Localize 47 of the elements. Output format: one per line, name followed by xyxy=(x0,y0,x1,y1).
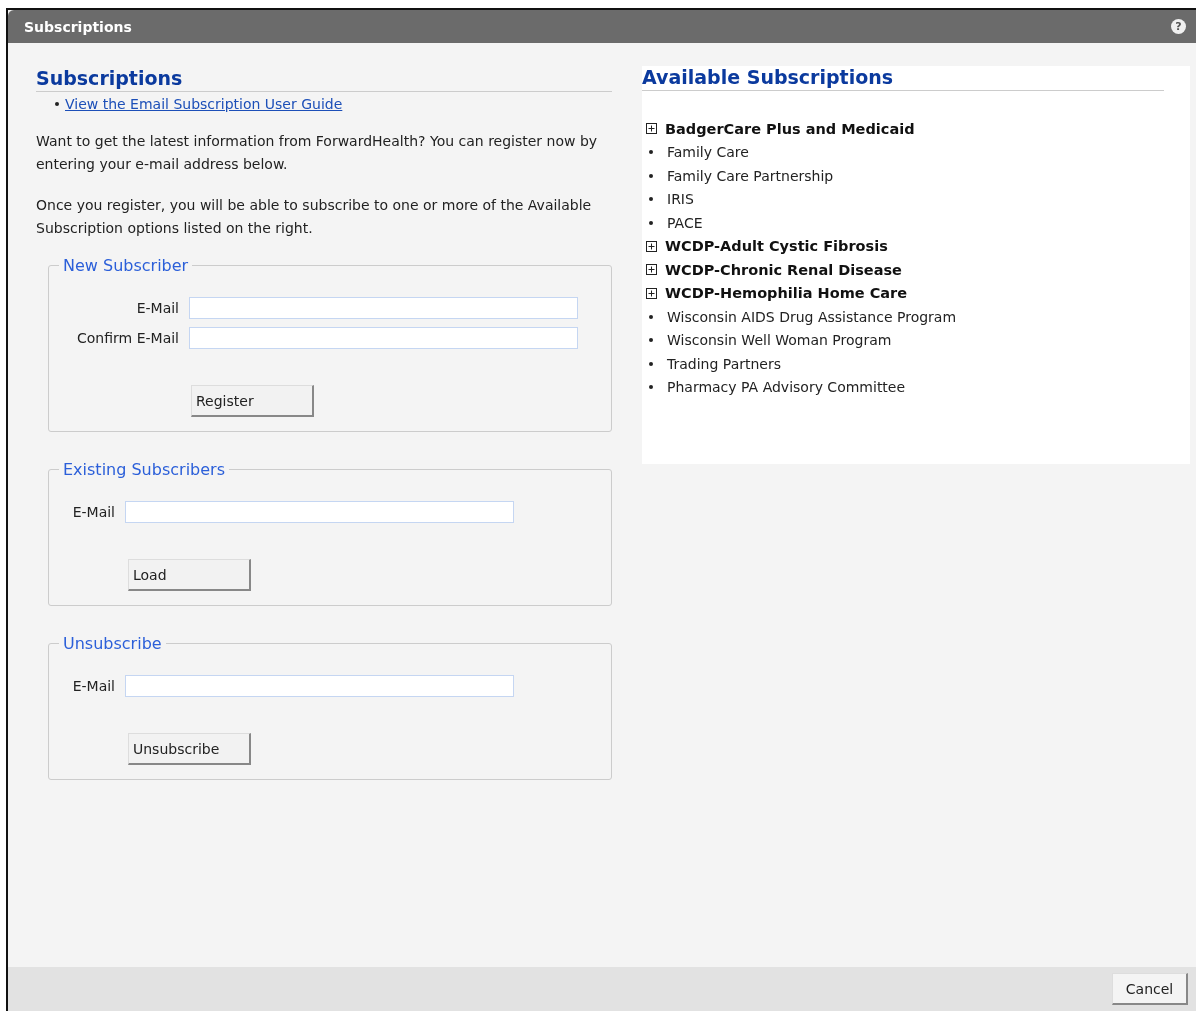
email-field[interactable] xyxy=(125,501,514,523)
group-legend: Existing Subscribers xyxy=(59,460,229,479)
guide-link[interactable]: View the Email Subscription User Guide xyxy=(65,96,343,112)
subscription-item: Wisconsin Well Woman Program xyxy=(667,332,892,349)
email-field[interactable] xyxy=(125,675,514,697)
intro-text: Want to get the latest information from ForwardHealth? You can register now by entering your e-mail address below. xyxy=(36,132,599,174)
subscription-group[interactable]: BadgerCare Plus and Medicaid xyxy=(665,120,915,137)
expand-icon[interactable] xyxy=(646,264,657,276)
subscription-group[interactable]: WCDP-Hemophilia Home Care xyxy=(665,285,908,302)
field-label: E-Mail xyxy=(71,504,116,520)
field-label: Confirm E-Mail xyxy=(76,330,180,346)
cancel-button[interactable]: Cancel xyxy=(1112,973,1188,1005)
subscription-item: Family Care xyxy=(667,144,749,161)
subscription-item: Pharmacy PA Advisory Committee xyxy=(667,379,906,396)
subscription-item: Wisconsin AIDS Drug Assistance Program xyxy=(667,308,957,325)
bullet-icon xyxy=(649,173,653,178)
intro-text: Once you register, you will be able to subscribe to one or more of the Available Subscription options listed on the right. xyxy=(36,196,593,238)
bullet-icon xyxy=(649,197,653,202)
expand-icon[interactable] xyxy=(646,287,657,299)
email-field[interactable] xyxy=(189,327,578,349)
subscription-item: IRIS xyxy=(667,191,694,208)
action-button[interactable]: Register xyxy=(191,385,314,417)
subscription-item: Trading Partners xyxy=(667,355,781,372)
help-button[interactable]: ? xyxy=(1171,19,1186,34)
email-field[interactable] xyxy=(189,297,578,319)
group-legend: New Subscriber xyxy=(59,256,193,275)
bullet-icon xyxy=(649,150,653,155)
window-title: Subscriptions xyxy=(24,18,132,35)
subscription-group[interactable]: WCDP-Chronic Renal Disease xyxy=(665,261,902,278)
bullet-icon xyxy=(649,361,653,366)
section-heading: Available Subscriptions xyxy=(642,66,1164,91)
expand-icon[interactable] xyxy=(646,240,657,252)
bullet-icon xyxy=(649,385,653,390)
action-button[interactable]: Load xyxy=(128,559,251,591)
subscription-group[interactable]: WCDP-Adult Cystic Fibrosis xyxy=(665,238,888,255)
bullet-icon xyxy=(55,102,59,106)
field-label: E-Mail xyxy=(135,300,180,316)
action-button[interactable]: Unsubscribe xyxy=(128,733,251,765)
expand-icon[interactable] xyxy=(646,123,657,135)
bullet-icon xyxy=(649,220,653,225)
bullet-icon xyxy=(649,314,653,319)
group-legend: Unsubscribe xyxy=(59,634,166,653)
field-label: E-Mail xyxy=(71,678,116,694)
subscription-item: Family Care Partnership xyxy=(667,167,834,184)
section-heading: Subscriptions xyxy=(36,67,612,92)
subscription-item: PACE xyxy=(667,214,703,231)
bullet-icon xyxy=(649,338,653,343)
